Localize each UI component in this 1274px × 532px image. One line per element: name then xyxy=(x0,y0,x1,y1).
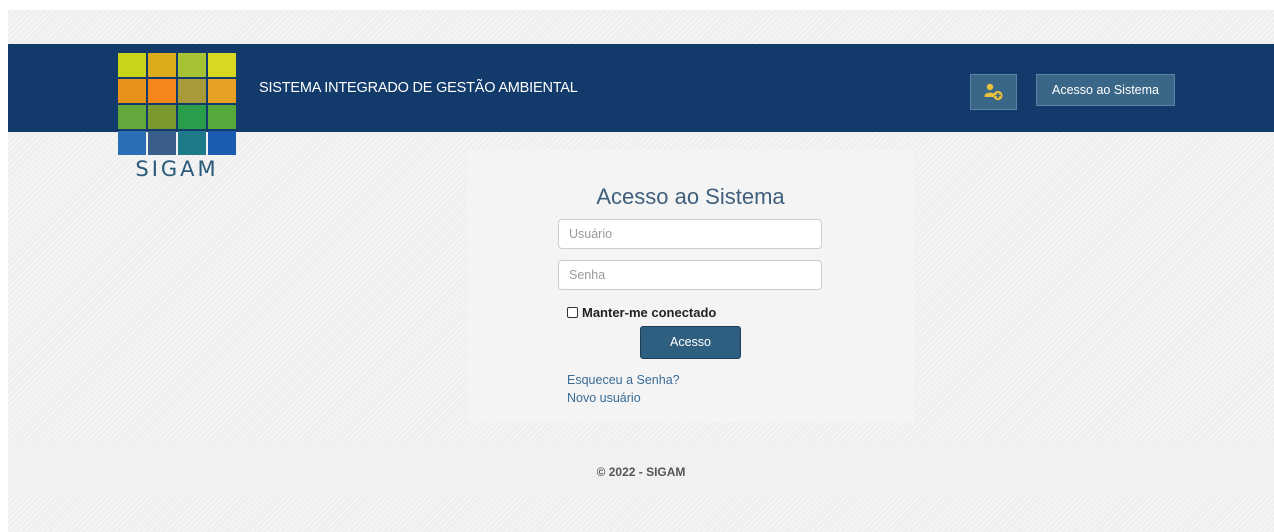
login-card: Acesso ao Sistema Manter-me conectado Ac… xyxy=(467,150,914,422)
remember-me-label[interactable]: Manter-me conectado xyxy=(582,305,716,320)
login-submit-button[interactable]: Acesso xyxy=(640,326,741,359)
user-add-icon xyxy=(984,83,1003,101)
footer: © 2022 - SIGAM xyxy=(8,441,1274,496)
login-title: Acesso ao Sistema xyxy=(596,184,785,209)
system-access-button[interactable]: Acesso ao Sistema xyxy=(1036,74,1175,106)
new-user-link[interactable]: Novo usuário xyxy=(567,391,641,405)
system-title: SISTEMA INTEGRADO DE GESTÃO AMBIENTAL xyxy=(259,80,578,96)
forgot-password-link[interactable]: Esqueceu a Senha? xyxy=(567,373,680,387)
footer-copyright: © 2022 - SIGAM xyxy=(596,465,686,479)
sigam-logo[interactable]: SIGAM xyxy=(118,53,236,183)
username-input[interactable] xyxy=(558,219,822,249)
logo-text: SIGAM xyxy=(135,157,219,181)
remember-me-row: Manter-me conectado xyxy=(567,305,716,320)
register-user-button[interactable] xyxy=(970,74,1017,110)
logo-grid-graphic xyxy=(118,53,236,155)
password-input[interactable] xyxy=(558,260,822,290)
remember-me-checkbox[interactable] xyxy=(567,307,578,318)
